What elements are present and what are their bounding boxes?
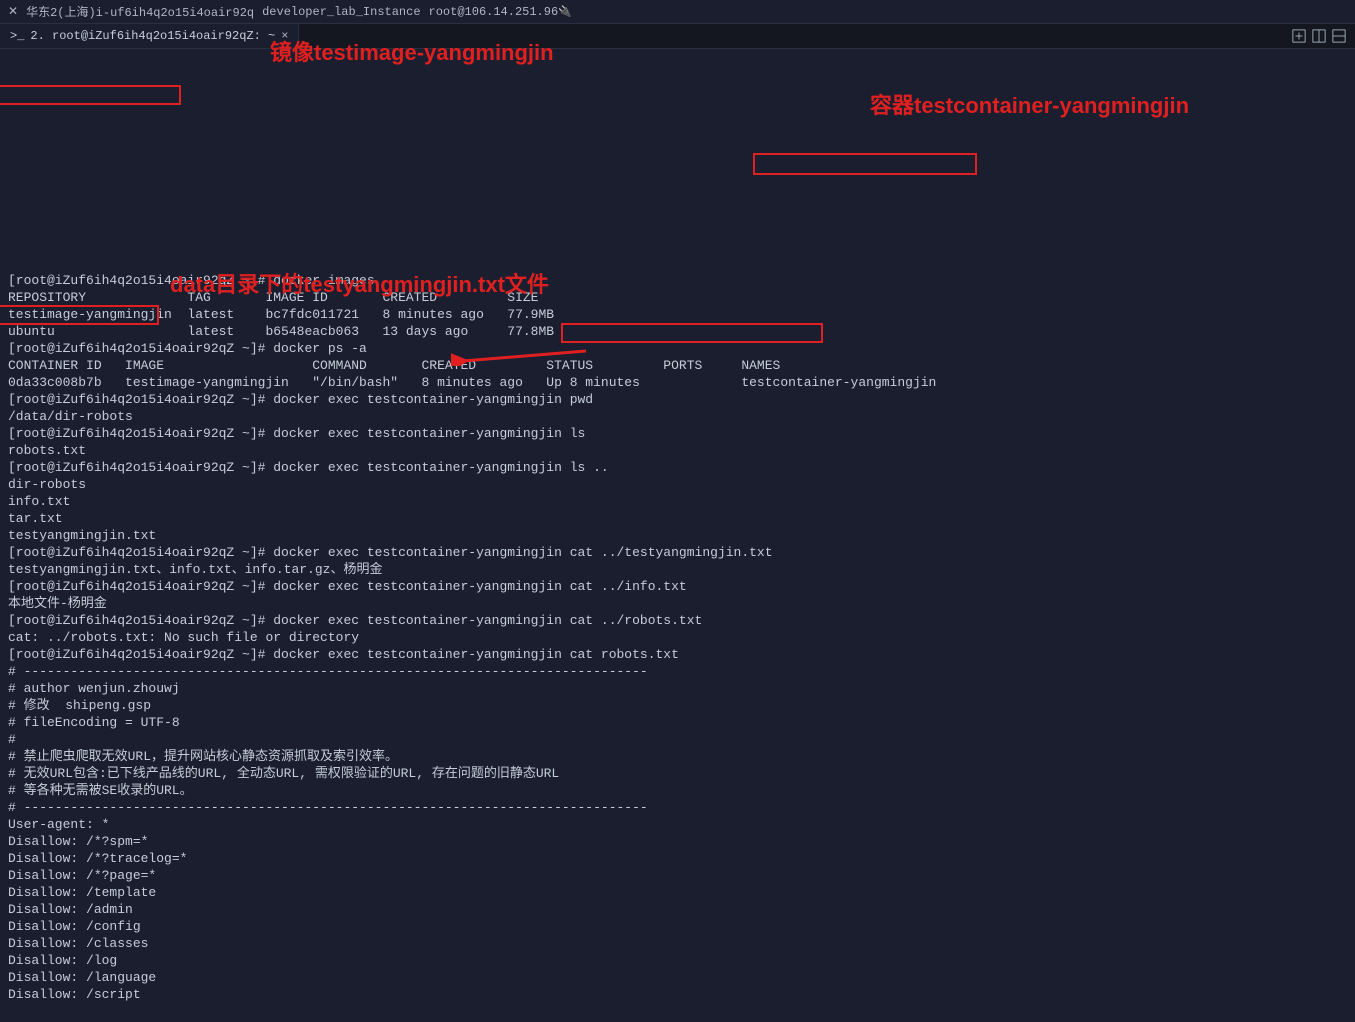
add-tab-button[interactable] (1291, 28, 1307, 44)
title-instance: developer_lab_Instance (262, 5, 420, 19)
cross-icon: ✕ (8, 4, 18, 19)
terminal-output: [root@iZuf6ih4q2o15i4oair92qZ ~]# docker… (8, 272, 1347, 1003)
split-horizontal-button[interactable] (1331, 28, 1347, 44)
annotation-file: data目录下的testyangmingjin.txt文件 (170, 276, 549, 293)
highlight-box-image (0, 85, 181, 105)
arrow-icon (420, 329, 560, 349)
title-region: 华东2(上海)i-uf6ih4q2o15i4oair92q (26, 3, 254, 20)
terminal-icon: >_ (10, 29, 24, 43)
split-vertical-button[interactable] (1311, 28, 1327, 44)
annotation-image: 镜像testimage-yangmingjin (270, 44, 554, 61)
tab-label: 2. root@iZuf6ih4q2o15i4oair92qZ: ~ (30, 29, 275, 43)
tab-bar: >_ 2. root@iZuf6ih4q2o15i4oair92qZ: ~ × (0, 24, 1355, 49)
tab-actions (1291, 28, 1355, 44)
title-host: root@106.14.251.96🔌 (429, 5, 572, 19)
terminal-tab[interactable]: >_ 2. root@iZuf6ih4q2o15i4oair92qZ: ~ × (0, 24, 299, 48)
tabs-container: >_ 2. root@iZuf6ih4q2o15i4oair92qZ: ~ × (0, 24, 299, 48)
highlight-box-container (753, 153, 977, 175)
annotation-container: 容器testcontainer-yangmingjin (870, 97, 1189, 114)
terminal-area[interactable]: 镜像testimage-yangmingjin 容器testcontainer-… (0, 49, 1355, 1022)
title-bar: ✕ 华东2(上海)i-uf6ih4q2o15i4oair92q develope… (0, 0, 1355, 24)
plug-icon: 🔌 (558, 5, 572, 19)
